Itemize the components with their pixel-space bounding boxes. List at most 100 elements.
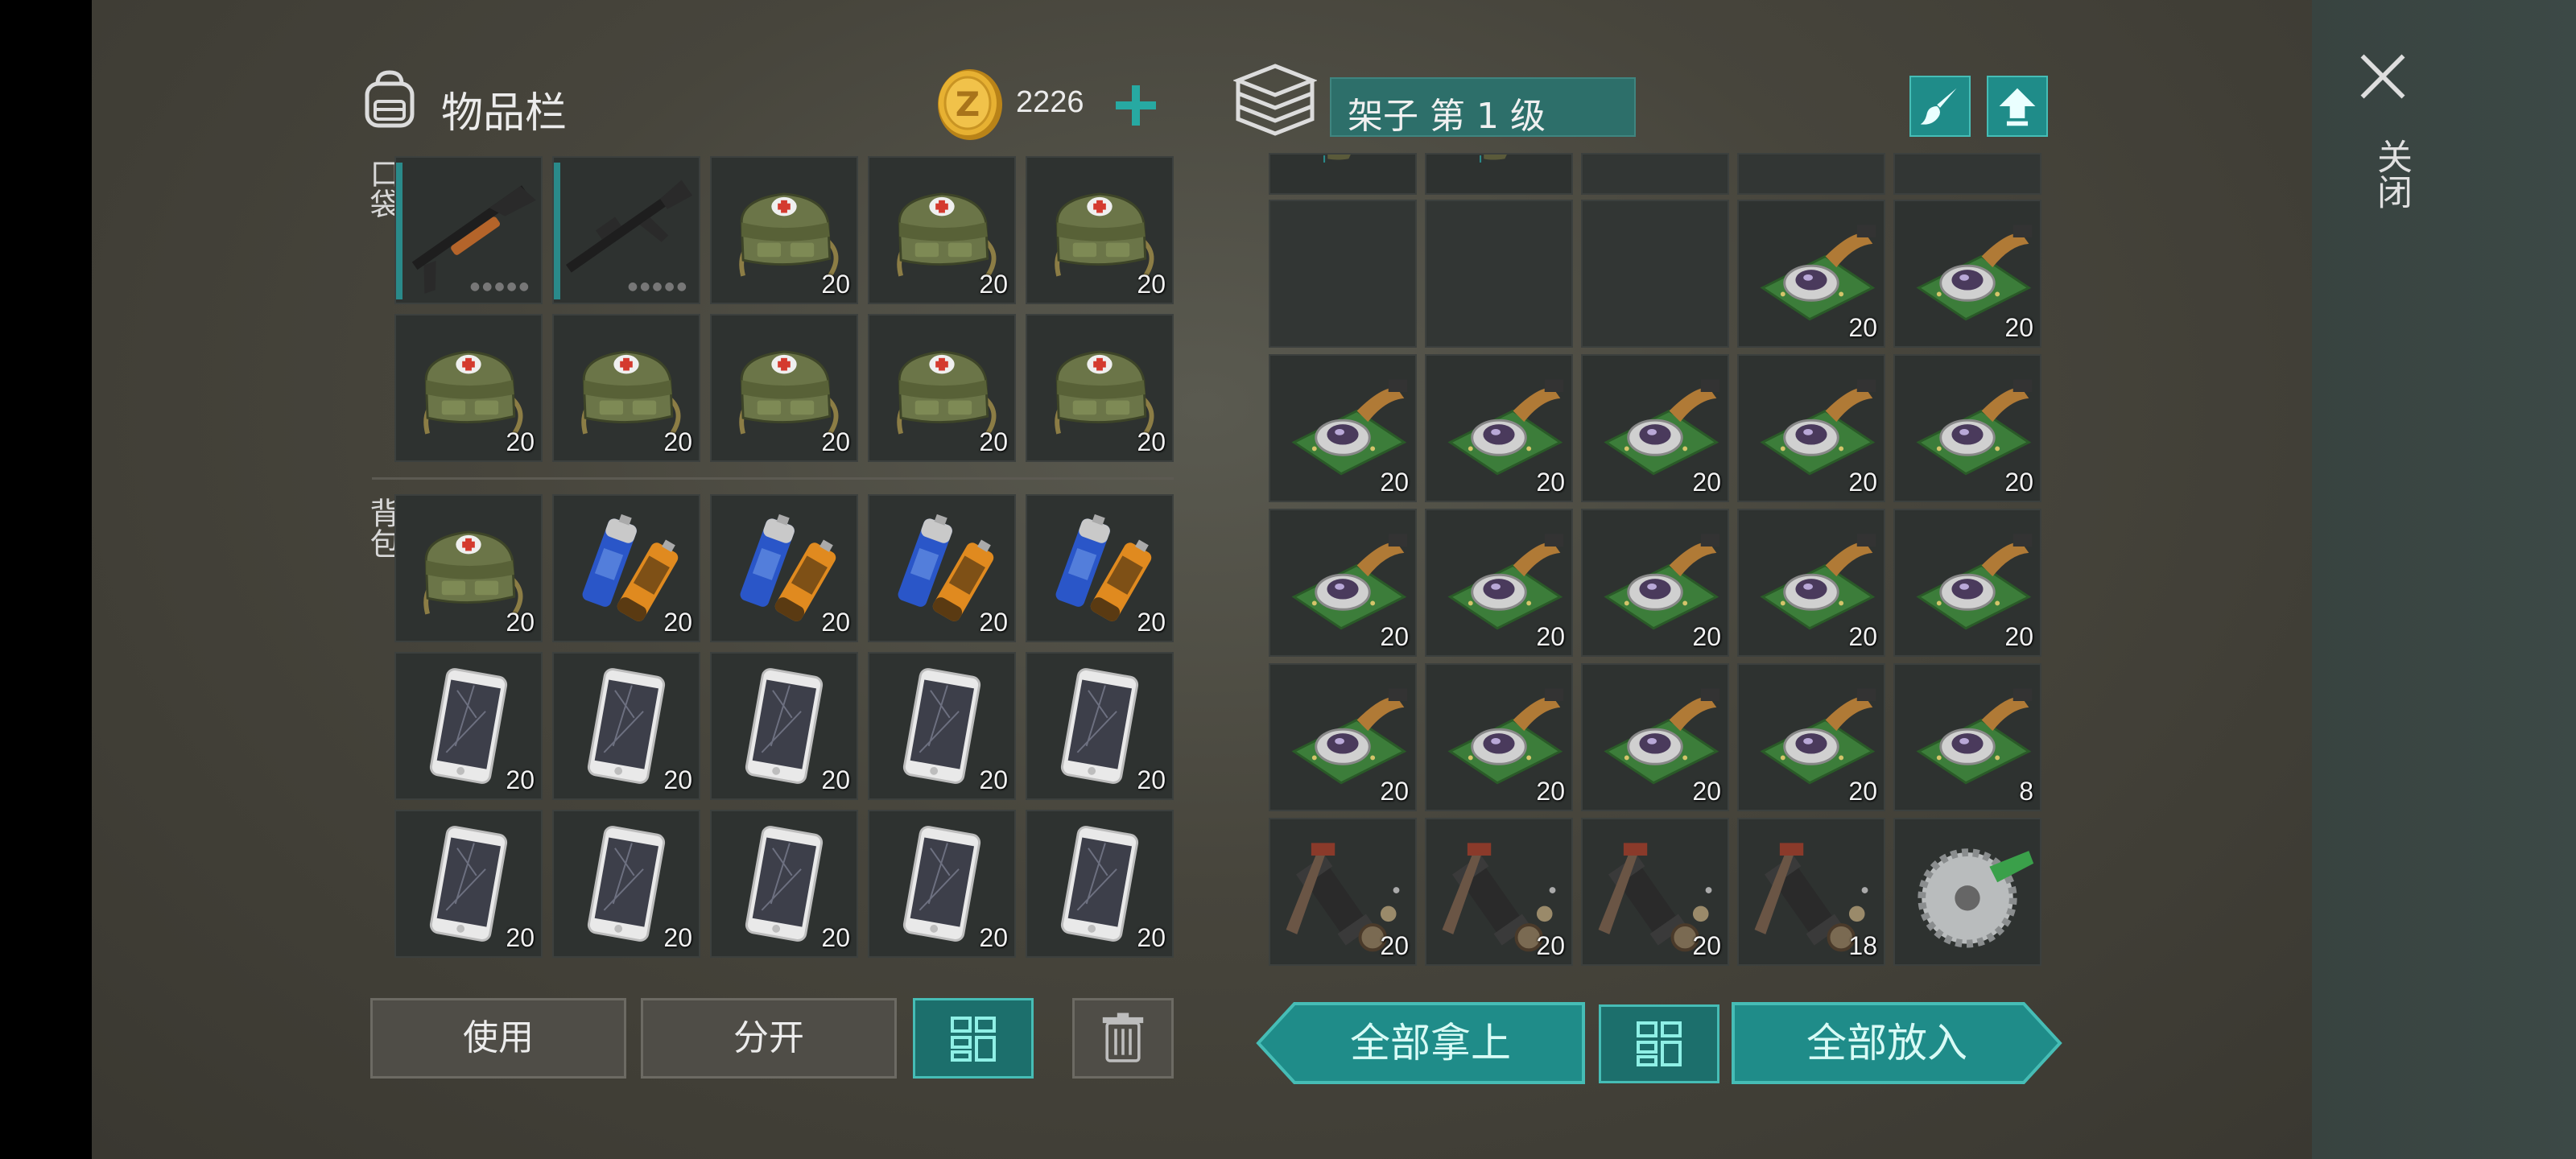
item-count: 20 — [979, 270, 1008, 299]
item-count: 20 — [2004, 622, 2033, 651]
item-count: 20 — [821, 765, 850, 794]
paint-button[interactable] — [1909, 76, 1971, 137]
item-count: 20 — [1380, 622, 1409, 651]
item-count: 20 — [1692, 931, 1721, 960]
storage.slots-slot[interactable] — [1425, 200, 1573, 348]
item-count: 20 — [2004, 468, 2033, 497]
inventory.pocket_slots-slot[interactable]: ●●●●● — [394, 156, 543, 304]
storage.slots-slot[interactable]: 20 — [1425, 354, 1573, 502]
storage.slots-slot[interactable]: 20 — [1893, 354, 2041, 502]
inventory.backpack_slots-slot[interactable]: 20 — [552, 810, 700, 958]
storage.top_partial_slots-slot[interactable] — [1737, 153, 1885, 195]
storage.slots-slot[interactable]: 20 — [1737, 200, 1885, 348]
storage.slots-slot[interactable]: 20 — [1269, 663, 1417, 811]
storage.slots-slot[interactable]: 8 — [1893, 663, 2041, 811]
item-count: 20 — [506, 765, 535, 794]
storage.slots-slot[interactable] — [1893, 818, 2041, 966]
shelf-icon — [1232, 61, 1318, 138]
inventory.backpack_slots-slot[interactable]: 20 — [710, 652, 858, 800]
take-all-label: 全部拿上 — [1350, 1020, 1511, 1066]
item-count: 20 — [1137, 608, 1166, 637]
inventory.backpack_slots-slot[interactable]: 20 — [868, 652, 1016, 800]
inventory.backpack_slots-slot[interactable]: 20 — [710, 810, 858, 958]
item-count: 20 — [1692, 468, 1721, 497]
storage.slots-slot[interactable]: 20 — [1581, 354, 1729, 502]
upgrade-button[interactable] — [1987, 76, 2048, 137]
item-count: 20 — [1848, 777, 1877, 806]
storage-sort-button[interactable] — [1599, 1004, 1719, 1083]
item-count: 20 — [2004, 313, 2033, 342]
storage-title: 架子 第 1 级 — [1348, 96, 1546, 137]
inventory.pocket_slots-slot[interactable]: 20 — [1026, 314, 1174, 462]
item-count: 20 — [1380, 931, 1409, 960]
inventory.backpack_slots-slot[interactable]: 20 — [710, 494, 858, 642]
storage.slots-slot[interactable]: 20 — [1269, 818, 1417, 966]
inventory.backpack_slots-slot[interactable]: 20 — [868, 494, 1016, 642]
storage.slots-slot[interactable]: 20 — [1269, 354, 1417, 502]
storage.slots-slot[interactable]: 20 — [1425, 509, 1573, 657]
storage.top_partial_slots-slot[interactable] — [1581, 153, 1729, 195]
inventory.backpack_slots-slot[interactable]: 20 — [394, 652, 543, 800]
storage.top_partial_slots-slot[interactable] — [1425, 153, 1573, 195]
item-count: 20 — [821, 427, 850, 456]
inventory.backpack_slots-slot[interactable]: 20 — [394, 494, 543, 642]
storage-title-field[interactable]: 架子 第 1 级 — [1330, 77, 1636, 137]
inventory.pocket_slots-slot[interactable]: 20 — [868, 314, 1016, 462]
inventory.pocket_slots-slot[interactable]: 20 — [552, 314, 700, 462]
storage.slots-slot[interactable]: 20 — [1581, 663, 1729, 811]
inventory.pocket_slots-slot[interactable]: 20 — [710, 314, 858, 462]
storage.slots-slot[interactable]: 20 — [1269, 509, 1417, 657]
item-count: 20 — [979, 765, 1008, 794]
item-count: 20 — [1848, 468, 1877, 497]
item-count: 20 — [979, 608, 1008, 637]
item-count: 20 — [979, 923, 1008, 952]
put-all-button[interactable]: 全部放入 — [1731, 1001, 2062, 1085]
inventory.backpack_slots-slot[interactable]: 20 — [552, 494, 700, 642]
storage.slots-slot[interactable] — [1269, 200, 1417, 348]
inventory.pocket_slots-slot[interactable]: 20 — [710, 156, 858, 304]
storage.slots-slot[interactable]: 20 — [1425, 818, 1573, 966]
item-count: 20 — [663, 608, 692, 637]
storage.top_partial_slots-slot[interactable] — [1893, 153, 2041, 195]
storage.slots-slot[interactable]: 18 — [1737, 818, 1885, 966]
use-button[interactable]: 使用 — [370, 998, 626, 1079]
close-button[interactable]: 关闭 — [2351, 45, 2415, 238]
inventory.backpack_slots-slot[interactable]: 20 — [394, 810, 543, 958]
inventory.pocket_slots-slot[interactable]: 20 — [868, 156, 1016, 304]
take-all-button[interactable]: 全部拿上 — [1256, 1001, 1586, 1085]
item-count: 20 — [1536, 622, 1565, 651]
storage.slots-slot[interactable] — [1581, 200, 1729, 348]
inventory.backpack_slots-slot[interactable]: 20 — [1026, 494, 1174, 642]
storage.slots-slot[interactable]: 20 — [1425, 663, 1573, 811]
split-button[interactable]: 分开 — [641, 998, 897, 1079]
storage.top_partial_slots-slot[interactable] — [1269, 153, 1417, 195]
item-count: 20 — [1692, 622, 1721, 651]
storage.slots-slot[interactable]: 20 — [1737, 509, 1885, 657]
inventory.backpack_slots-slot[interactable]: 20 — [868, 810, 1016, 958]
storage.slots-slot[interactable]: 20 — [1737, 354, 1885, 502]
storage.slots-slot[interactable]: 20 — [1893, 509, 2041, 657]
item-count: 20 — [821, 608, 850, 637]
inventory.backpack_slots-slot[interactable]: 20 — [1026, 652, 1174, 800]
storage.slots-slot[interactable]: 20 — [1581, 818, 1729, 966]
inventory.backpack_slots-slot[interactable]: 20 — [1026, 810, 1174, 958]
storage.slots-slot[interactable]: 20 — [1581, 509, 1729, 657]
inventory.backpack_slots-slot[interactable]: 20 — [552, 652, 700, 800]
close-icon — [2360, 54, 2405, 99]
left-black-bar — [0, 0, 92, 1159]
storage.slots-slot[interactable]: 20 — [1737, 663, 1885, 811]
item-count: 20 — [1536, 777, 1565, 806]
plus-icon[interactable] — [1114, 84, 1158, 127]
item-count: 8 — [2019, 777, 2033, 806]
item-count: 20 — [506, 923, 535, 952]
inventory.pocket_slots-slot[interactable]: 20 — [1026, 156, 1174, 304]
inventory-sort-button[interactable] — [913, 998, 1034, 1079]
trash-button[interactable] — [1072, 998, 1174, 1079]
grid-icon — [951, 1017, 996, 1062]
item-count: 20 — [979, 427, 1008, 456]
inventory.pocket_slots-slot[interactable]: 20 — [394, 314, 543, 462]
item-count: 20 — [1137, 427, 1166, 456]
storage.slots-slot[interactable]: 20 — [1893, 200, 2041, 348]
partial-icon — [1480, 155, 1507, 163]
inventory.pocket_slots-slot[interactable]: ●●●●● — [552, 156, 700, 304]
